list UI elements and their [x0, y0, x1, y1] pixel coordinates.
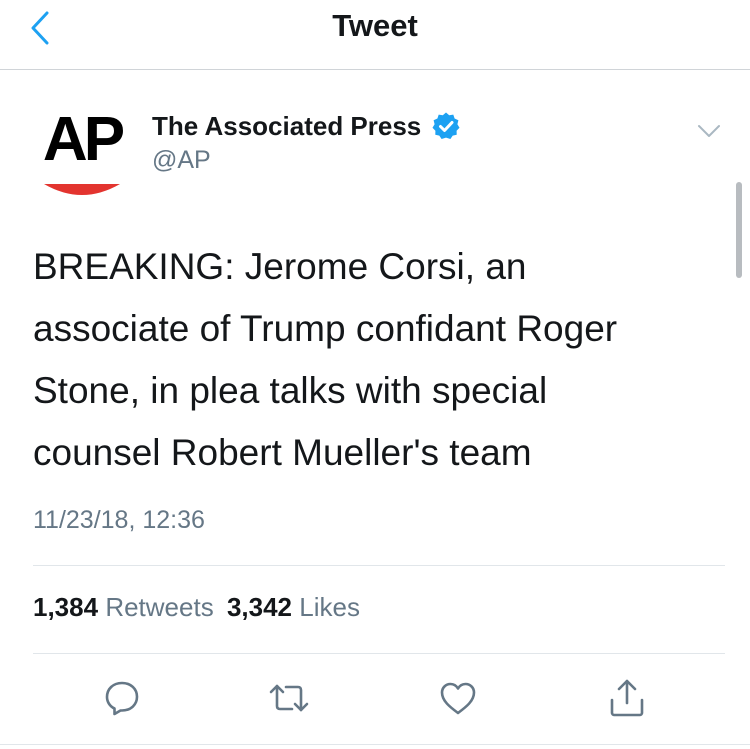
- author-info[interactable]: The Associated Press @AP: [152, 108, 461, 175]
- tweet-text-line: BREAKING: Jerome Corsi, an: [33, 246, 527, 287]
- tweet-options-button[interactable]: [694, 116, 724, 146]
- navigation-bar: Tweet: [0, 0, 750, 70]
- author-avatar[interactable]: AP: [30, 105, 134, 202]
- tweet-text-line: counsel Robert Mueller's team: [33, 432, 532, 473]
- tweet-timestamp: 11/23/18, 12:36: [33, 506, 205, 534]
- likes-label: Likes: [299, 592, 360, 622]
- tweet-stats: 1,384 Retweets 3,342 Likes: [33, 592, 360, 623]
- tweet-text: BREAKING: Jerome Corsi, an associate of …: [33, 236, 713, 484]
- bottom-divider: [0, 744, 750, 745]
- retweet-button[interactable]: [267, 676, 311, 720]
- like-icon: [440, 682, 476, 715]
- author-name[interactable]: The Associated Press: [152, 111, 421, 142]
- reply-icon: [105, 681, 139, 716]
- share-icon: [610, 679, 644, 717]
- tweet-text-line: Stone, in plea talks with special: [33, 370, 548, 411]
- chevron-down-icon: [698, 125, 720, 137]
- tweet-text-line: associate of Trump confidant Roger: [33, 308, 618, 349]
- avatar-text: AP: [43, 110, 124, 174]
- divider: [33, 565, 725, 566]
- like-button[interactable]: [436, 676, 480, 720]
- likes-count: 3,342: [226, 592, 293, 622]
- verified-badge-icon: [432, 112, 460, 139]
- page-title: Tweet: [332, 8, 418, 43]
- retweet-icon: [269, 684, 309, 712]
- likes-stat[interactable]: 3,342 Likes: [227, 592, 360, 622]
- retweets-count: 1,384: [33, 592, 99, 622]
- ap-logo: AP: [43, 105, 128, 195]
- retweets-stat[interactable]: 1,384 Retweets: [33, 592, 221, 622]
- share-button[interactable]: [605, 676, 649, 720]
- reply-button[interactable]: [100, 676, 144, 720]
- retweets-label: Retweets: [105, 592, 214, 622]
- author-handle[interactable]: @AP: [152, 146, 461, 175]
- scrollbar[interactable]: [736, 182, 742, 278]
- divider: [33, 653, 725, 654]
